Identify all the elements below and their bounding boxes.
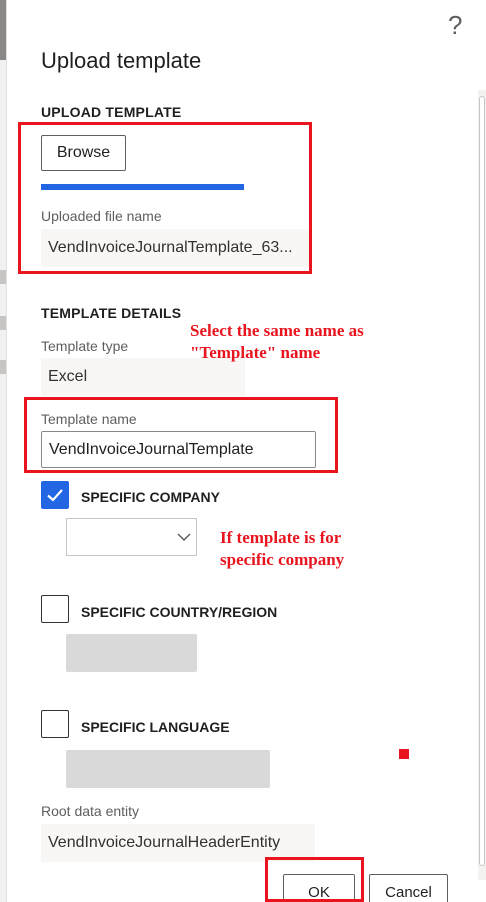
background-header-fragment [0,0,6,60]
specific-country-checkbox[interactable] [41,595,69,623]
annotation-text: Select the same name as [190,321,364,340]
language-select-disabled [66,750,270,788]
help-icon[interactable]: ? [448,10,462,41]
specific-country-label: SPECIFIC COUNTRY/REGION [81,604,278,620]
annotation-box-upload [18,122,312,274]
checkmark-icon [47,489,63,502]
annotation-text: If template is for [220,528,342,547]
company-select[interactable] [66,518,197,556]
specific-company-checkbox[interactable] [41,481,69,509]
root-data-entity-label: Root data entity [41,803,140,819]
annotation-box-ok [265,857,364,902]
chevron-down-icon [177,533,191,542]
specific-language-label: SPECIFIC LANGUAGE [81,719,230,735]
scrollbar-thumb[interactable] [479,96,485,866]
annotation-text: "Template" name [190,343,321,362]
background-fragment [0,316,6,330]
cancel-button[interactable]: Cancel [369,874,448,902]
background-fragment [0,360,6,374]
specific-language-checkbox[interactable] [41,710,69,738]
specific-company-label: SPECIFIC COMPANY [81,489,220,505]
template-type-label: Template type [41,338,129,354]
background-fragment [0,270,6,284]
annotation-box-template-name [24,397,338,473]
dialog-footer: OK Cancel [0,862,478,902]
dialog-title: Upload template [41,48,202,73]
annotation-text: specific company [220,550,345,569]
background-page-strip [0,0,7,902]
annotation-note-template-name: Select the same name as "Template" name [190,320,364,364]
annotation-marker [399,749,409,759]
country-select-disabled [66,634,197,672]
details-section-title: TEMPLATE DETAILS [41,305,182,321]
upload-section-title: UPLOAD TEMPLATE [41,104,182,120]
annotation-note-company: If template is for specific company [220,527,344,571]
